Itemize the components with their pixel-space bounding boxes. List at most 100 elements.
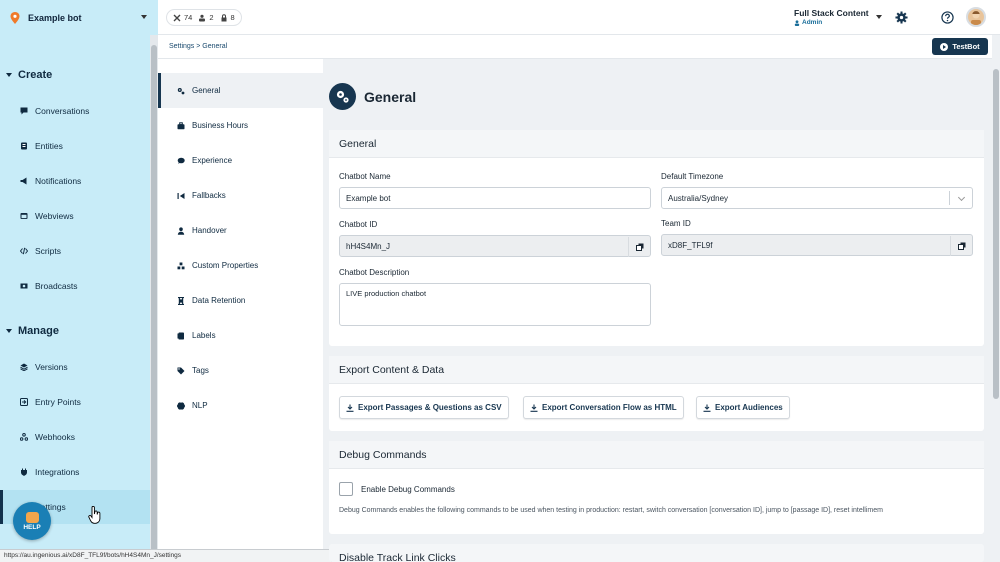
user-avatar-icon	[971, 11, 981, 25]
sidebar-item-label: Entities	[35, 141, 63, 151]
settings-item-label: Fallbacks	[192, 191, 226, 200]
debug-commands-checkbox[interactable]	[339, 482, 353, 496]
sidebar-item-integrations[interactable]: Integrations	[0, 455, 150, 489]
debug-card: Debug Commands Enable Debug Commands Deb…	[329, 441, 984, 534]
description-label: Chatbot Description	[339, 268, 410, 277]
settings-menu: General Business Hours Experience Fallba…	[158, 59, 323, 549]
stat-passages: 74	[184, 13, 193, 22]
brain-icon	[177, 401, 185, 410]
tools-icon	[173, 14, 181, 21]
debug-commands-note: Debug Commands enables the following com…	[339, 507, 883, 514]
sidebar-item-broadcasts[interactable]: Broadcasts	[0, 269, 150, 303]
sidebar-item-versions[interactable]: Versions	[0, 350, 150, 384]
settings-item-experience[interactable]: Experience	[158, 143, 323, 178]
gear-icon[interactable]	[895, 11, 908, 24]
main-scrollbar[interactable]	[992, 59, 1000, 562]
chat-icon	[20, 107, 28, 115]
person-icon	[177, 226, 185, 235]
account-menu[interactable]: Full Stack Content Admin	[794, 8, 882, 26]
settings-item-nlp[interactable]: NLP	[158, 388, 323, 423]
timezone-select[interactable]: Australia/Sydney	[661, 187, 973, 209]
sidebar-section-label: Create	[18, 69, 53, 81]
sidebar-item-webviews[interactable]: Webviews	[0, 199, 150, 233]
track-link-card: Disable Track Link Clicks	[329, 544, 984, 562]
export-audiences-button[interactable]: Export Audiences	[696, 396, 790, 419]
debug-commands-label[interactable]: Enable Debug Commands	[361, 485, 455, 494]
sidebar-section-manage[interactable]: Manage	[6, 325, 59, 337]
chatbot-name-label: Chatbot Name	[339, 172, 391, 181]
settings-item-business-hours[interactable]: Business Hours	[158, 108, 323, 143]
bot-stats: 74 2 8	[166, 9, 242, 26]
broadcast-icon	[20, 283, 28, 289]
settings-item-label: Data Retention	[192, 296, 246, 305]
export-flow-button[interactable]: Export Conversation Flow as HTML	[523, 396, 684, 419]
sidebar-item-label: Scripts	[35, 246, 61, 256]
sidebar-scrollbar[interactable]	[150, 35, 158, 562]
chatbot-id-label: Chatbot ID	[339, 220, 378, 229]
chatbot-name-input[interactable]: Example bot	[339, 187, 651, 209]
team-id-field: xD8F_TFL9f	[661, 234, 973, 256]
download-icon	[530, 404, 538, 412]
avatar[interactable]	[966, 7, 986, 27]
bot-selector[interactable]: Example bot	[0, 0, 158, 35]
window-icon	[20, 213, 28, 219]
copy-icon	[635, 243, 643, 251]
sidebar-item-entities[interactable]: Entities	[0, 129, 150, 163]
sidebar-scrollbar-thumb[interactable]	[151, 45, 157, 552]
description-textarea[interactable]: LIVE production chatbot	[339, 283, 651, 326]
sidebar-item-entry-points[interactable]: Entry Points	[0, 385, 150, 419]
settings-item-label: Labels	[192, 331, 216, 340]
entity-icon	[21, 142, 27, 150]
sidebar-section-create[interactable]: Create	[6, 69, 52, 81]
help-circle-icon[interactable]	[941, 11, 954, 24]
testbot-label: TestBot	[952, 42, 980, 51]
top-bar: Example bot 74 2 8 Full Stack Content Ad…	[0, 0, 1000, 35]
settings-item-fallbacks[interactable]: Fallbacks	[158, 178, 323, 213]
caret-down-icon	[6, 329, 12, 333]
settings-item-general[interactable]: General	[158, 73, 323, 108]
sidebar-item-notifications[interactable]: Notifications	[0, 164, 150, 198]
general-card: General Chatbot Name Example bot Default…	[329, 130, 984, 346]
sidebar-item-label: Conversations	[35, 106, 90, 116]
help-button[interactable]: HELP	[13, 502, 51, 540]
testbot-button[interactable]: TestBot	[932, 38, 988, 55]
timezone-label: Default Timezone	[661, 172, 724, 181]
sidebar-item-label: Broadcasts	[35, 281, 78, 291]
map-pin-icon	[10, 11, 20, 24]
settings-item-handover[interactable]: Handover	[158, 213, 323, 248]
settings-item-data-retention[interactable]: Data Retention	[158, 283, 323, 318]
entry-icon	[20, 398, 28, 406]
gears-icon	[177, 87, 185, 94]
chevron-down-icon	[957, 193, 966, 202]
settings-item-labels[interactable]: Labels	[158, 318, 323, 353]
settings-item-custom-properties[interactable]: Custom Properties	[158, 248, 323, 283]
download-icon	[703, 404, 711, 412]
sidebar-item-conversations[interactable]: Conversations	[0, 94, 150, 128]
account-role-label: Admin	[802, 19, 823, 26]
main-scrollbar-thumb[interactable]	[993, 69, 999, 399]
users-icon	[199, 14, 206, 21]
gears-icon	[336, 90, 349, 103]
settings-item-label: Custom Properties	[192, 261, 259, 270]
sidebar-item-label: Webhooks	[35, 432, 76, 442]
sidebar-item-scripts[interactable]: Scripts	[0, 234, 150, 268]
page-title: General	[364, 88, 417, 105]
hand-cursor-icon	[88, 506, 101, 524]
export-passages-button[interactable]: Export Passages & Questions as CSV	[339, 396, 509, 419]
page-icon	[329, 83, 356, 110]
lock-icon	[221, 13, 227, 21]
caret-down-icon	[6, 73, 12, 77]
sidebar-item-label: Notifications	[35, 176, 82, 186]
timezone-value: Australia/Sydney	[668, 194, 729, 203]
plug-icon	[21, 468, 27, 476]
breadcrumb[interactable]: Settings > General	[169, 43, 227, 50]
cubes-icon	[177, 262, 185, 269]
copy-chatbot-id-button[interactable]	[628, 237, 650, 257]
account-name: Full Stack Content	[794, 8, 869, 18]
card-header: Disable Track Link Clicks	[329, 544, 984, 562]
settings-item-tags[interactable]: Tags	[158, 353, 323, 388]
copy-team-id-button[interactable]	[950, 236, 972, 256]
download-icon	[346, 404, 354, 412]
sidebar-item-webhooks[interactable]: Webhooks	[0, 420, 150, 454]
hourglass-icon	[178, 296, 184, 305]
